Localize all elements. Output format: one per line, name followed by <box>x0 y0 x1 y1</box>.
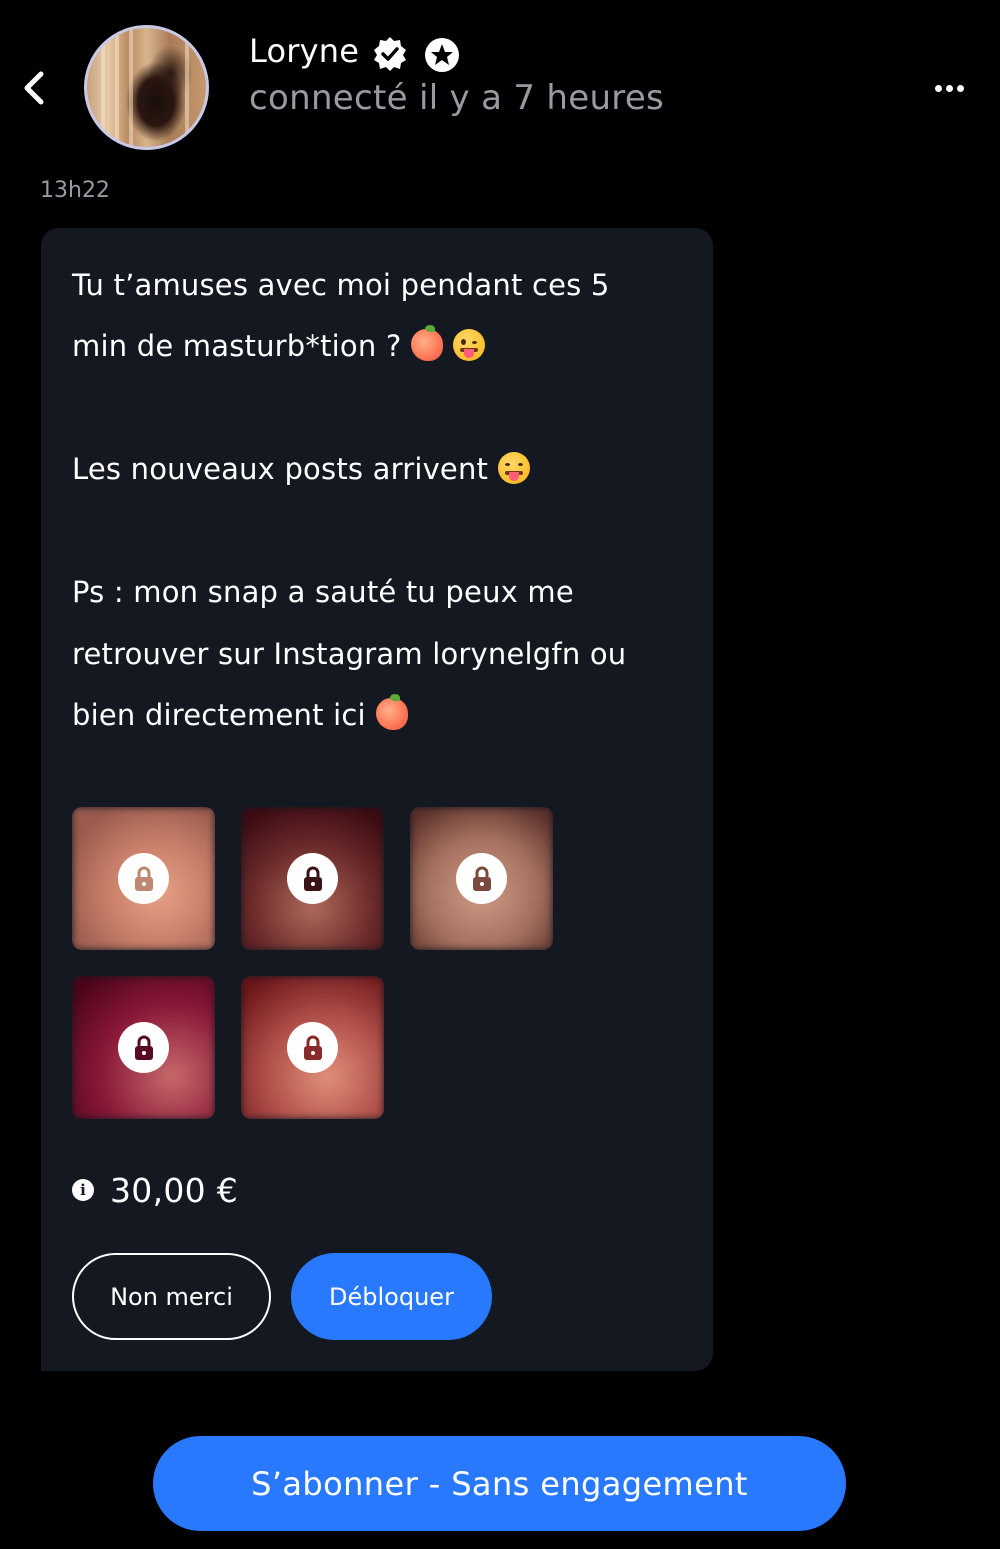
lock-icon <box>134 866 153 891</box>
back-button[interactable] <box>14 66 54 110</box>
verified-icon <box>374 37 406 71</box>
price: 30,00 € <box>110 1170 239 1210</box>
lock-icon <box>134 1035 153 1060</box>
peach-emoji-icon <box>375 694 408 730</box>
lock-icon <box>303 866 322 891</box>
avatar[interactable] <box>84 25 209 150</box>
message-line: min de masturb*tion ? <box>72 325 486 363</box>
message-timestamp: 13h22 <box>40 178 110 203</box>
locked-media-thumbnail[interactable] <box>72 976 215 1119</box>
lock-icon <box>472 866 491 891</box>
message-line: Ps : mon snap a sauté tu peux me <box>72 575 574 609</box>
message-line: bien directement ici <box>72 694 408 732</box>
decline-button[interactable]: Non merci <box>72 1253 271 1340</box>
info-icon[interactable]: i <box>72 1179 94 1201</box>
squinting-tongue-emoji-icon <box>498 452 531 484</box>
unlock-button[interactable]: Débloquer <box>291 1253 492 1340</box>
subscribe-button[interactable]: S’abonner - Sans engagement <box>153 1436 846 1531</box>
more-options-button[interactable] <box>926 70 972 106</box>
more-horizontal-icon <box>934 84 942 92</box>
locked-media-thumbnail[interactable] <box>241 807 384 950</box>
price-row: i 30,00 € <box>72 1168 238 1212</box>
winking-tongue-emoji-icon <box>453 329 486 361</box>
lock-icon <box>303 1035 322 1060</box>
star-icon <box>425 38 459 72</box>
locked-media-thumbnail[interactable] <box>72 807 215 950</box>
chat-header: Loryne connecté il y a 7 heures <box>0 0 1000 160</box>
message-line: retrouver sur Instagram lorynelgfn ou <box>72 637 627 671</box>
chevron-left-icon <box>24 71 44 105</box>
message-line: Les nouveaux posts arrivent <box>72 452 531 486</box>
presence-status: connecté il y a 7 heures <box>249 78 665 118</box>
peach-emoji-icon <box>411 325 444 361</box>
locked-media-thumbnail[interactable] <box>410 807 553 950</box>
user-name[interactable]: Loryne <box>249 32 359 70</box>
locked-media-thumbnail[interactable] <box>241 976 384 1119</box>
message-line: Tu t’amuses avec moi pendant ces 5 <box>72 268 610 302</box>
